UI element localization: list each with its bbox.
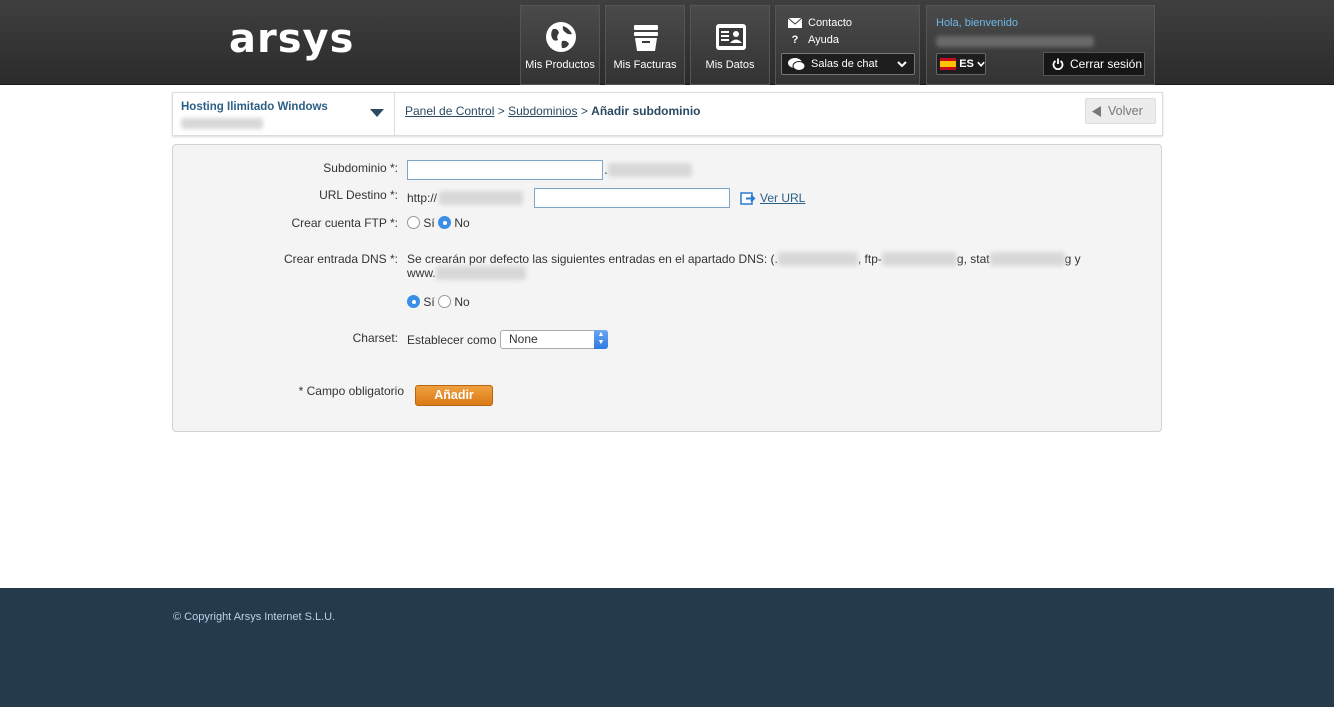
chat-bubbles-icon bbox=[788, 57, 805, 71]
globe-icon bbox=[546, 22, 576, 52]
nav-mis-productos[interactable]: Mis Productos bbox=[520, 5, 600, 85]
ftp-radio-no[interactable] bbox=[438, 216, 452, 229]
greeting: Hola, bienvenido bbox=[936, 17, 1018, 29]
user-box: Hola, bienvenido ES Cerrar sesión bbox=[926, 5, 1155, 85]
power-icon bbox=[1052, 58, 1064, 70]
required-note: * Campo obligatorio bbox=[298, 384, 404, 398]
contact-label: Contacto bbox=[808, 17, 853, 29]
nav-mis-facturas[interactable]: Mis Facturas bbox=[605, 5, 685, 85]
contact-link[interactable]: Contacto bbox=[788, 17, 852, 29]
domain-suffix-redacted: . bbox=[604, 163, 692, 177]
nav-label: Mis Productos bbox=[525, 59, 595, 71]
url-label: URL Destino *: bbox=[319, 188, 398, 202]
ftp-option-si: Sí bbox=[423, 216, 435, 230]
url-prefix: http:// bbox=[407, 191, 524, 205]
question-icon: ? bbox=[791, 34, 799, 46]
service-title: Hosting Ilimitado Windows bbox=[181, 101, 328, 113]
id-card-icon bbox=[716, 24, 746, 50]
nav-mis-datos[interactable]: Mis Datos bbox=[690, 5, 770, 85]
chat-label: Salas de chat bbox=[811, 58, 878, 70]
arsys-logo[interactable]: arsys bbox=[229, 17, 354, 61]
chevron-down-icon bbox=[977, 61, 985, 68]
back-label: Volver bbox=[1108, 104, 1143, 118]
breadcrumb-panel-de-control[interactable]: Panel de Control bbox=[405, 104, 494, 118]
service-selector[interactable]: Hosting Ilimitado Windows bbox=[173, 93, 395, 135]
dns-option-no: No bbox=[454, 295, 470, 309]
copyright: © Copyright Arsys Internet S.L.U. bbox=[173, 611, 336, 623]
top-header: arsys Mis Productos Mis Facturas Mis Dat… bbox=[0, 0, 1334, 85]
charset-label: Charset: bbox=[352, 331, 398, 345]
logout-button[interactable]: Cerrar sesión bbox=[1043, 52, 1145, 76]
add-subdomain-form: Subdominio *: . URL Destino *: http:// V… bbox=[172, 144, 1162, 432]
contact-box: Contacto ? Ayuda Salas de chat bbox=[775, 5, 920, 85]
dns-radio-si[interactable] bbox=[407, 295, 420, 308]
charset-select[interactable]: None ▲ ▼ bbox=[500, 330, 608, 349]
breadcrumb: Panel de Control > Subdominios > Añadir … bbox=[405, 104, 701, 118]
url-destination-input[interactable] bbox=[534, 188, 730, 208]
basket-icon bbox=[634, 25, 658, 51]
help-link[interactable]: ? Ayuda bbox=[788, 34, 839, 46]
add-button[interactable]: Añadir bbox=[415, 385, 493, 406]
ftp-radio-si[interactable] bbox=[407, 216, 420, 229]
chevron-down-icon bbox=[897, 61, 907, 68]
nav-label: Mis Datos bbox=[705, 59, 755, 71]
charset-prefix: Establecer como bbox=[407, 333, 497, 347]
breadcrumb-separator: > bbox=[580, 104, 588, 118]
nav-label: Mis Facturas bbox=[613, 59, 677, 71]
ver-url-link[interactable]: Ver URL bbox=[740, 191, 805, 205]
subdomain-input[interactable] bbox=[407, 160, 603, 180]
ver-url-label: Ver URL bbox=[760, 191, 806, 205]
dns-radio-group: Sí No bbox=[407, 295, 470, 309]
breadcrumb-separator: > bbox=[497, 104, 505, 118]
select-arrows-icon: ▲ ▼ bbox=[594, 330, 608, 349]
dns-radio-no[interactable] bbox=[438, 295, 452, 308]
dns-label: Crear entrada DNS *: bbox=[283, 252, 398, 266]
charset-value: None bbox=[509, 332, 538, 346]
ftp-option-no: No bbox=[454, 216, 470, 230]
back-arrow-icon bbox=[1092, 105, 1101, 117]
chat-rooms-select[interactable]: Salas de chat bbox=[781, 53, 915, 75]
footer: © Copyright Arsys Internet S.L.U. bbox=[0, 588, 1334, 707]
ftp-label: Crear cuenta FTP *: bbox=[291, 216, 399, 230]
language-label: ES bbox=[959, 58, 974, 70]
ftp-radio-group: Sí No bbox=[407, 216, 470, 230]
language-select[interactable]: ES bbox=[936, 53, 986, 75]
breadcrumb-bar: Hosting Ilimitado Windows Panel de Contr… bbox=[172, 92, 1163, 136]
back-button[interactable]: Volver bbox=[1085, 98, 1156, 124]
user-name-redacted bbox=[936, 36, 1094, 50]
dns-description: Se crearán por defecto las siguientes en… bbox=[407, 252, 1081, 280]
logout-label: Cerrar sesión bbox=[1070, 57, 1143, 71]
spain-flag-icon bbox=[940, 58, 957, 70]
envelope-icon bbox=[788, 18, 802, 28]
breadcrumb-current: Añadir subdominio bbox=[591, 104, 701, 118]
subdomain-label: Subdominio *: bbox=[323, 161, 398, 175]
caret-down-icon bbox=[370, 109, 384, 117]
service-domain-redacted bbox=[181, 118, 263, 132]
help-label: Ayuda bbox=[808, 34, 839, 46]
external-link-icon bbox=[740, 191, 756, 205]
dns-option-si: Sí bbox=[423, 295, 435, 309]
breadcrumb-subdominios[interactable]: Subdominios bbox=[508, 104, 577, 118]
